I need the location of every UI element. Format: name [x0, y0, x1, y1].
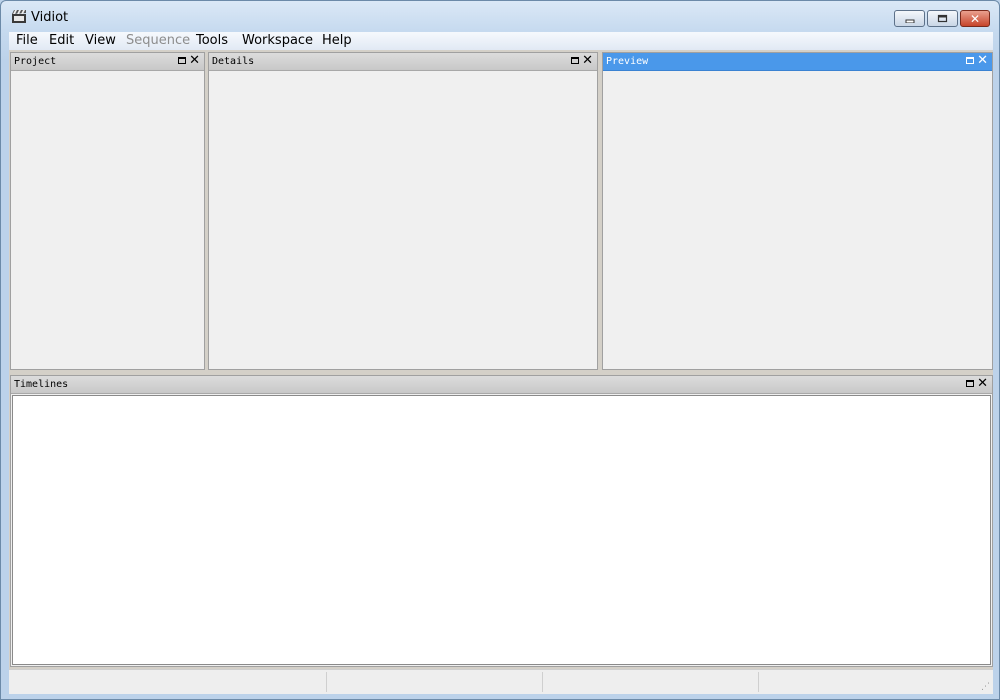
workspace-area: Project ✕ Details ✕ Preview ✕ Timelines …	[9, 50, 993, 669]
maximize-button[interactable]	[927, 10, 958, 27]
timelines-canvas[interactable]	[12, 395, 991, 665]
preview-pane-header[interactable]: Preview ✕	[603, 53, 992, 71]
menu-help[interactable]: Help	[322, 33, 352, 48]
menu-workspace[interactable]: Workspace	[242, 33, 313, 48]
pane-maximize-icon[interactable]	[178, 57, 186, 64]
minimize-button[interactable]	[894, 10, 925, 27]
window-title: Vidiot	[31, 10, 69, 25]
status-field	[759, 672, 979, 692]
pane-close-icon[interactable]: ✕	[977, 376, 988, 392]
pane-close-icon[interactable]: ✕	[582, 53, 593, 69]
status-field	[9, 672, 327, 692]
pane-close-icon[interactable]: ✕	[189, 53, 200, 69]
clapperboard-icon	[12, 10, 26, 23]
project-pane-title: Project	[14, 56, 57, 67]
pane-maximize-icon[interactable]	[966, 57, 974, 64]
pane-maximize-icon[interactable]	[571, 57, 579, 64]
menu-view[interactable]: View	[85, 33, 116, 48]
title-bar[interactable]: Vidiot ✕	[1, 1, 999, 31]
menu-bar: File Edit View Sequence Tools Workspace …	[9, 32, 993, 50]
close-button[interactable]: ✕	[960, 10, 990, 27]
menu-file[interactable]: File	[16, 33, 38, 48]
status-field	[327, 672, 543, 692]
preview-pane: Preview ✕	[602, 52, 993, 370]
project-pane-header[interactable]: Project ✕	[11, 53, 204, 71]
preview-pane-title: Preview	[606, 56, 649, 67]
menu-tools[interactable]: Tools	[196, 33, 228, 48]
restore-icon	[937, 14, 948, 23]
pane-maximize-icon[interactable]	[966, 380, 974, 387]
resize-grip-icon[interactable]: ⋰	[981, 682, 991, 692]
app-window: Vidiot ✕ File Edit View Sequence Tools W…	[0, 0, 1000, 700]
minimize-icon	[905, 19, 914, 23]
status-bar: ⋰	[9, 669, 993, 694]
details-pane: Details ✕	[208, 52, 598, 370]
details-pane-body[interactable]	[209, 71, 597, 369]
timelines-pane: Timelines ✕	[10, 375, 993, 667]
timelines-pane-title: Timelines	[14, 379, 69, 390]
status-field	[543, 672, 759, 692]
project-pane: Project ✕	[10, 52, 205, 370]
details-pane-header[interactable]: Details ✕	[209, 53, 597, 71]
timelines-pane-header[interactable]: Timelines ✕	[11, 376, 992, 394]
pane-close-icon[interactable]: ✕	[977, 53, 988, 69]
menu-edit[interactable]: Edit	[49, 33, 74, 48]
preview-pane-body[interactable]	[603, 71, 992, 369]
project-pane-body[interactable]	[11, 71, 204, 369]
menu-sequence[interactable]: Sequence	[126, 33, 190, 48]
details-pane-title: Details	[212, 56, 255, 67]
close-icon: ✕	[969, 11, 981, 26]
